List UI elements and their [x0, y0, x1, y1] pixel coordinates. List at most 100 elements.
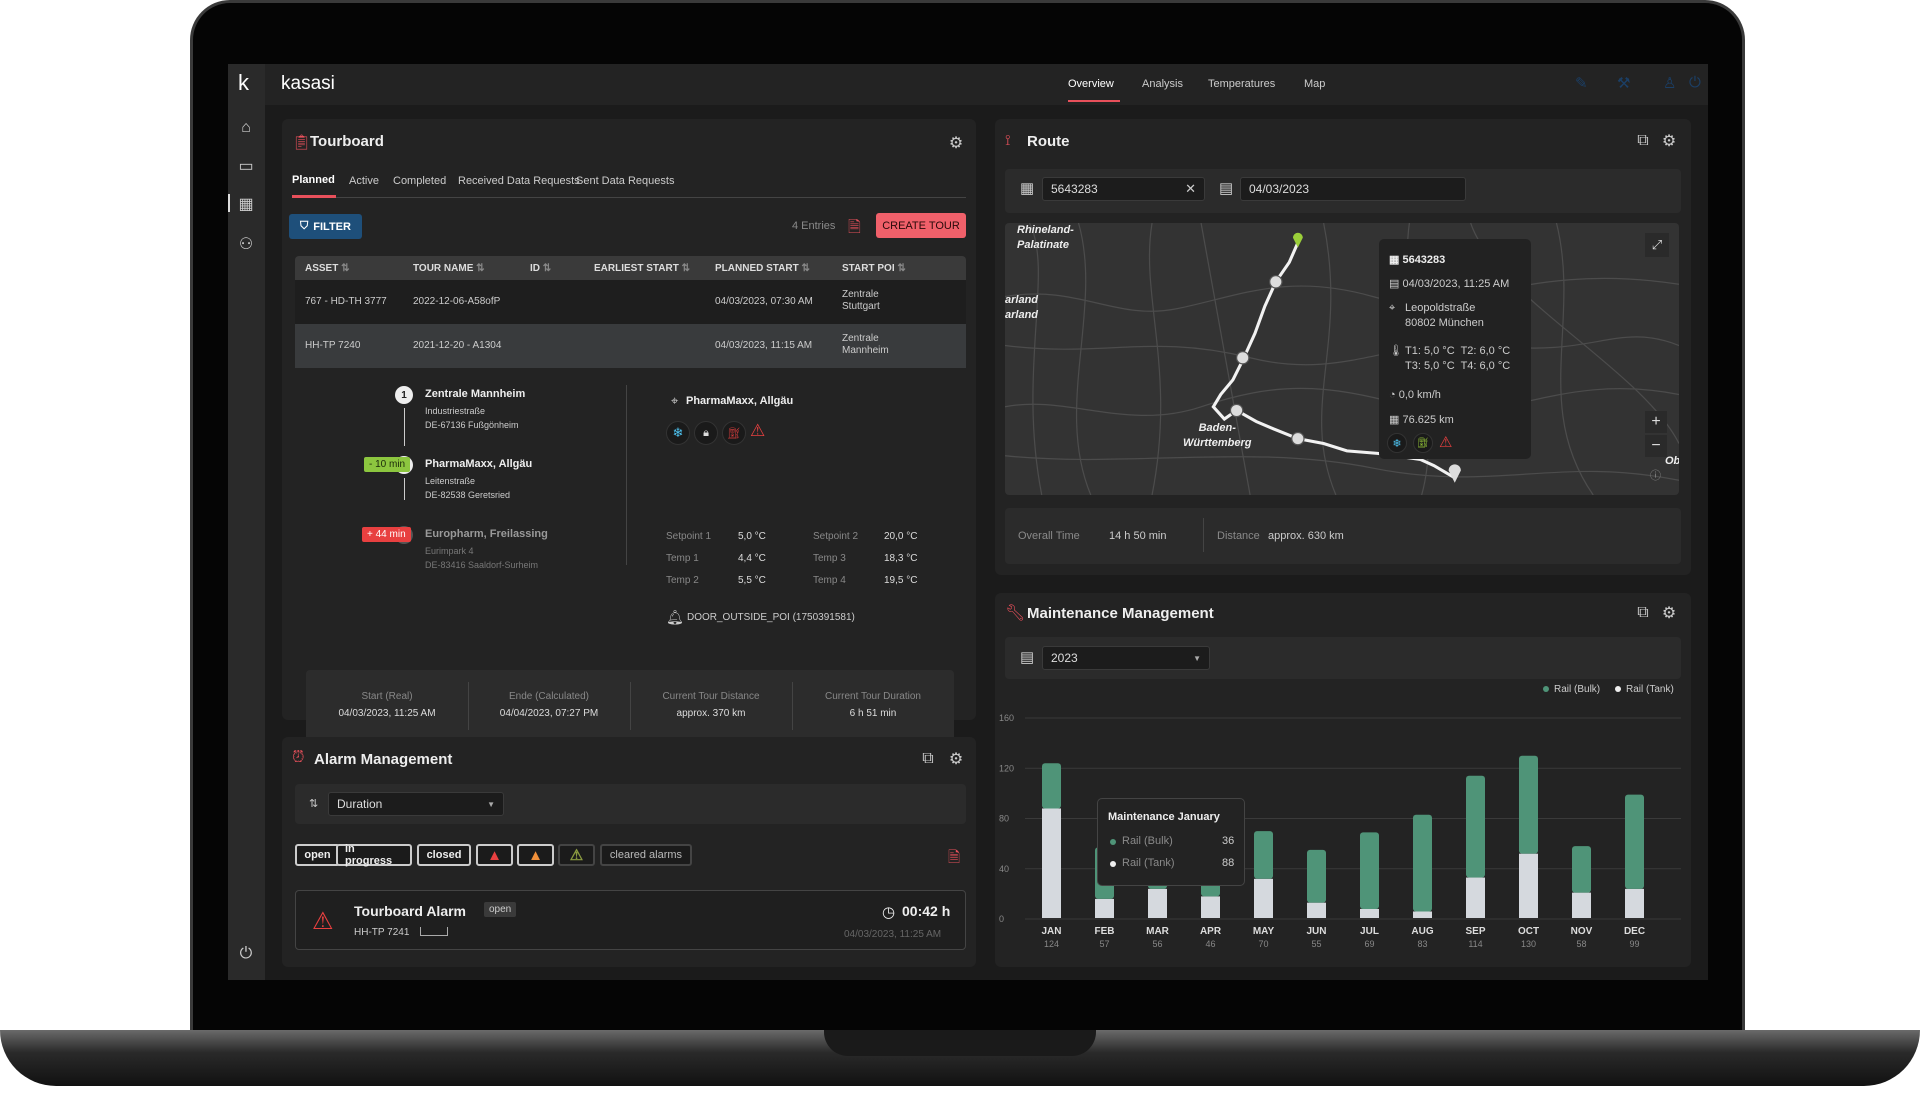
- home-icon[interactable]: ⌂: [236, 118, 256, 138]
- edit-icon[interactable]: ✎: [1575, 74, 1588, 92]
- column-header[interactable]: START POI ⇅: [842, 263, 906, 274]
- stop-name[interactable]: Zentrale Mannheim: [425, 388, 525, 400]
- route-stop-marker[interactable]: [1235, 351, 1250, 365]
- nav-map[interactable]: Map: [1304, 78, 1325, 90]
- stop-street: Industriestraße: [425, 406, 486, 416]
- power-icon[interactable]: ⏻: [236, 944, 256, 964]
- copy-icon[interactable]: ⧉: [918, 749, 938, 769]
- route-map[interactable]: Rhineland- Palatinate arland arland Baden-…: [1005, 223, 1679, 495]
- bar-bulk[interactable]: [1572, 846, 1591, 893]
- dashboard-icon[interactable]: ▦: [236, 194, 256, 214]
- alarm-time: 04/03/2023, 11:25 AM: [844, 929, 942, 940]
- legend-label[interactable]: Rail (Tank): [1626, 684, 1674, 695]
- bar-bulk[interactable]: [1519, 755, 1538, 854]
- bar-tank[interactable]: [1625, 888, 1644, 918]
- route-stop-marker[interactable]: [1291, 431, 1305, 446]
- year-select[interactable]: 2023 ▼: [1042, 646, 1210, 670]
- gear-icon[interactable]: ⚙: [946, 749, 966, 769]
- bar-tank[interactable]: [1466, 877, 1485, 918]
- users-settings-icon[interactable]: ⚇: [236, 234, 256, 254]
- gear-icon[interactable]: ⚙: [1659, 603, 1679, 623]
- bar-tank[interactable]: [1148, 888, 1167, 918]
- fullscreen-icon[interactable]: ⤢: [1645, 233, 1669, 257]
- overall-time-value: 14 h 50 min: [1109, 530, 1167, 542]
- distance-label: Distance: [1217, 530, 1260, 542]
- tooltip-id: ▦ 5643283: [1389, 254, 1446, 266]
- power-header-icon[interactable]: ⏻: [1689, 74, 1701, 91]
- user-icon[interactable]: ♙: [1663, 74, 1676, 92]
- bar-tank[interactable]: [1519, 853, 1538, 918]
- bar-tank[interactable]: [1095, 898, 1114, 918]
- filter-in-progress-chip[interactable]: in progress: [336, 843, 412, 867]
- snowflake-icon: ❄: [1387, 433, 1407, 453]
- bar-bulk[interactable]: [1254, 831, 1273, 879]
- end-pin[interactable]: [1448, 464, 1461, 483]
- bar-tank[interactable]: [1042, 808, 1061, 918]
- sort-select[interactable]: Duration ▼: [328, 792, 504, 816]
- bar-bulk[interactable]: [1360, 832, 1379, 909]
- summary-value: approx. 370 km: [676, 708, 746, 719]
- bar-bulk[interactable]: [1042, 763, 1061, 809]
- column-header[interactable]: TOUR NAME ⇅: [413, 263, 485, 274]
- route-stop-marker[interactable]: [1229, 403, 1244, 418]
- bar-bulk[interactable]: [1413, 814, 1432, 912]
- filter-open-chip[interactable]: open: [295, 844, 340, 866]
- info-icon[interactable]: ⓘ: [1650, 467, 1661, 483]
- major-warning-filter[interactable]: ▲: [517, 844, 554, 866]
- clear-icon[interactable]: ✕: [1185, 181, 1196, 197]
- bar-tank[interactable]: [1254, 878, 1273, 918]
- tab-sent-data-requests[interactable]: Sent Data Requests: [576, 175, 674, 187]
- tab-received-data-requests[interactable]: Received Data Requests: [458, 175, 580, 187]
- bar-bulk[interactable]: [1625, 794, 1644, 889]
- door-event: DOOR_OUTSIDE_POI (1750391581): [687, 612, 855, 623]
- copy-icon[interactable]: ⧉: [1633, 603, 1653, 623]
- asset-search-input[interactable]: 5643283 ✕: [1042, 177, 1205, 201]
- bar-bulk[interactable]: [1466, 775, 1485, 878]
- filter-button[interactable]: ⛉ FILTER: [289, 214, 362, 239]
- column-header[interactable]: EARLIEST START ⇅: [594, 263, 690, 274]
- filter-closed-chip[interactable]: closed: [417, 844, 471, 866]
- stop-name[interactable]: PharmaMaxx, Allgäu: [425, 458, 532, 470]
- bar-tank[interactable]: [1572, 892, 1591, 918]
- route-stop-marker[interactable]: [1269, 275, 1283, 289]
- zoom-out-button[interactable]: −: [1645, 435, 1667, 457]
- column-header[interactable]: PLANNED START ⇅: [715, 263, 810, 274]
- date-input[interactable]: 04/03/2023: [1240, 177, 1466, 201]
- bar-tank[interactable]: [1413, 911, 1432, 918]
- cleared-alarms-filter[interactable]: cleared alarms: [600, 844, 692, 866]
- start-pin[interactable]: [1292, 232, 1303, 248]
- zoom-in-button[interactable]: +: [1645, 411, 1667, 433]
- column-header[interactable]: ASSET ⇅: [305, 263, 350, 274]
- stop-name[interactable]: Europharm, Freilassing: [425, 528, 548, 540]
- table-cell: 04/03/2023, 11:15 AM: [715, 340, 813, 351]
- stop-number: 1: [395, 386, 413, 404]
- tab-active[interactable]: Active: [349, 175, 379, 187]
- bell-alarm-icon: 🔔︎: [666, 609, 684, 625]
- tab-planned[interactable]: Planned: [292, 174, 335, 186]
- calendar-icon: ▤: [1020, 649, 1035, 666]
- minor-warning-filter[interactable]: ⚠: [558, 844, 595, 866]
- nav-temperatures[interactable]: Temperatures: [1208, 78, 1275, 90]
- create-tour-button[interactable]: CREATE TOUR: [876, 213, 966, 238]
- critical-warning-filter[interactable]: ▲: [476, 844, 513, 866]
- gear-icon[interactable]: ⚙: [1659, 131, 1679, 151]
- legend-label[interactable]: Rail (Bulk): [1554, 684, 1600, 695]
- bar-tank[interactable]: [1201, 896, 1220, 918]
- alarm-list-item[interactable]: [295, 890, 966, 950]
- early-badge: - 10 min: [364, 457, 411, 472]
- summary-label: Current Tour Distance: [662, 691, 760, 702]
- nav-analysis[interactable]: Analysis: [1142, 78, 1183, 90]
- bar-tank[interactable]: [1307, 902, 1326, 918]
- wrench-icon[interactable]: ⚒: [1617, 74, 1630, 92]
- bar-tank[interactable]: [1360, 908, 1379, 918]
- bar-bulk[interactable]: [1307, 849, 1326, 903]
- gear-icon[interactable]: ⚙: [946, 133, 966, 153]
- tab-completed[interactable]: Completed: [393, 175, 446, 187]
- xls-export-icon[interactable]: 🗎︎: [948, 847, 960, 872]
- nav-overview[interactable]: Overview: [1068, 78, 1114, 90]
- column-header[interactable]: ID ⇅: [530, 263, 551, 274]
- bar-total-label: 55: [1311, 939, 1321, 949]
- copy-icon[interactable]: ⧉: [1633, 131, 1653, 151]
- xls-export-icon[interactable]: 🗎︎: [848, 216, 861, 243]
- devices-icon[interactable]: ▭: [236, 156, 256, 176]
